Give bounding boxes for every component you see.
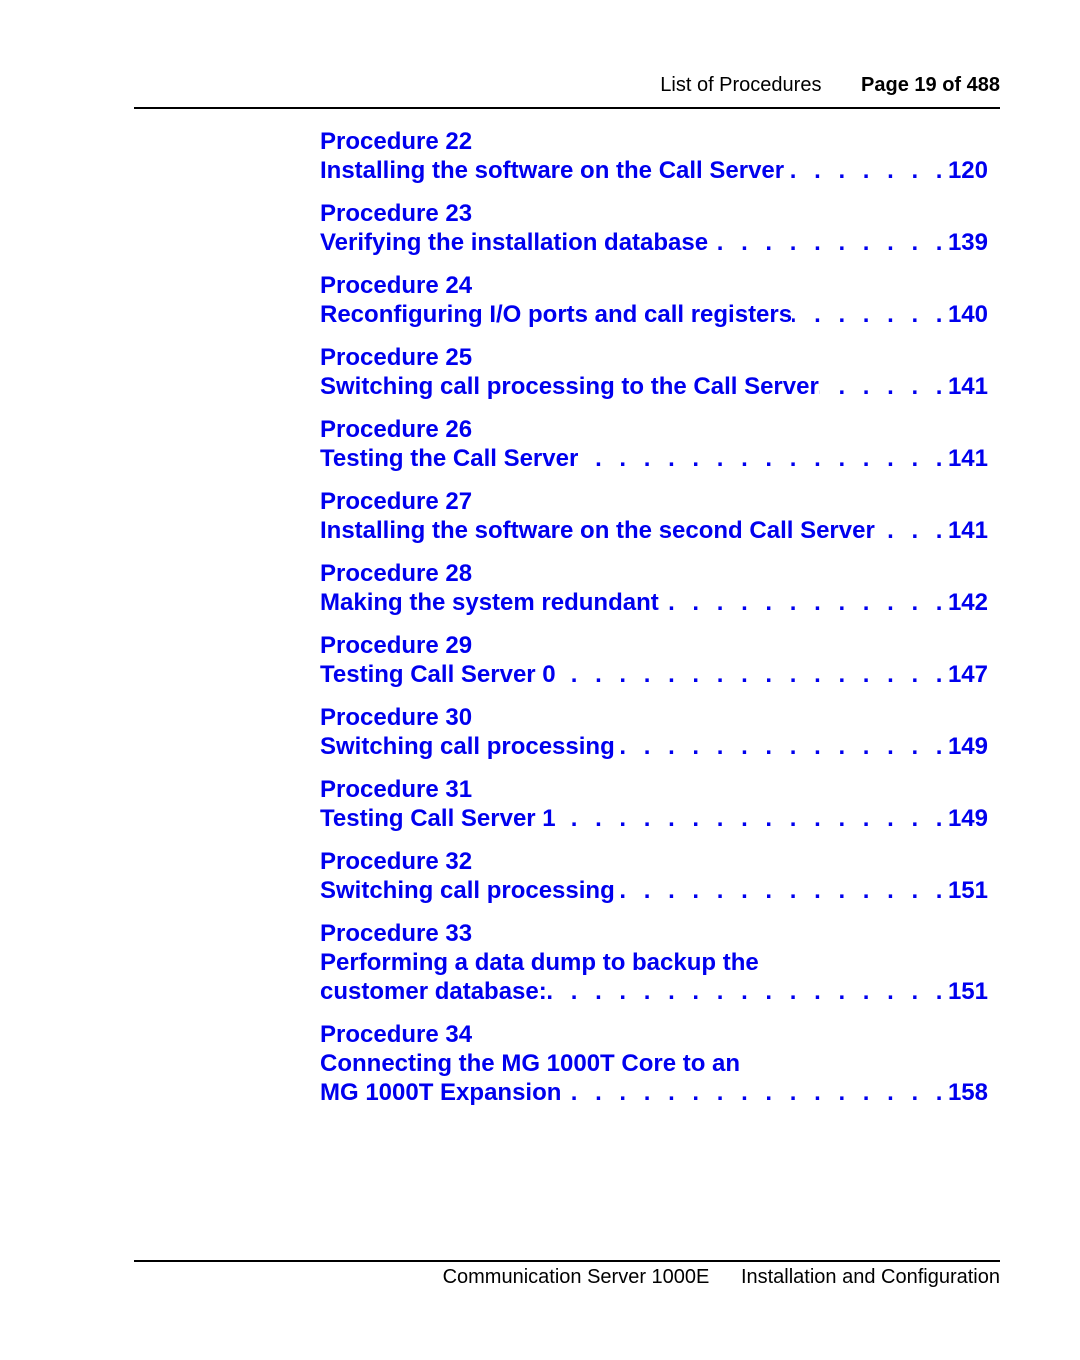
toc-entry[interactable]: Procedure 33 Performing a data dump to ba… [320, 919, 988, 1006]
page-footer: Communication Server 1000E Installation … [443, 1266, 1000, 1289]
leader-dots: . . . . . . . . . . . . . . . . . . . . … [708, 229, 948, 256]
procedure-title-link[interactable]: Testing Call Server 0 [320, 660, 556, 689]
procedure-number-link[interactable]: Procedure 24 [320, 271, 988, 300]
procedure-number-link[interactable]: Procedure 31 [320, 775, 988, 804]
procedure-title-link[interactable]: Installing the software on the Call Serv… [320, 156, 784, 185]
procedure-number-link[interactable]: Procedure 32 [320, 847, 988, 876]
page-header: List of Procedures Page 19 of 488 [660, 74, 1000, 97]
footer-rule [134, 1260, 1000, 1262]
procedure-list: Procedure 22 Installing the software on t… [320, 127, 988, 1121]
procedure-number-link[interactable]: Procedure 25 [320, 343, 988, 372]
procedure-title-link[interactable]: Installing the software on the second Ca… [320, 516, 875, 545]
procedure-title-link[interactable]: Switching call processing [320, 732, 615, 761]
page-number-link[interactable]: 158 [948, 1078, 988, 1107]
procedure-title-link[interactable]: Switching call processing [320, 876, 615, 905]
header-section-title: List of Procedures [660, 74, 822, 96]
toc-entry[interactable]: Procedure 27 Installing the software on t… [320, 487, 988, 545]
toc-entry[interactable]: Procedure 29 Testing Call Server 0 . . . … [320, 631, 988, 689]
page-number-link[interactable]: 141 [948, 516, 988, 545]
procedure-number-link[interactable]: Procedure 30 [320, 703, 988, 732]
footer-doc-title: Installation and Configuration [740, 1266, 1000, 1288]
page-number-link[interactable]: 139 [948, 228, 988, 257]
page-number-link[interactable]: 151 [948, 876, 988, 905]
procedure-title-link[interactable]: Making the system redundant [320, 588, 659, 617]
page-number-link[interactable]: 151 [948, 977, 988, 1006]
toc-entry[interactable]: Procedure 28 Making the system redundant … [320, 559, 988, 617]
toc-entry[interactable]: Procedure 22 Installing the software on t… [320, 127, 988, 185]
leader-dots: . . . . . . . . . . . . . . . . . . . . … [556, 661, 948, 688]
toc-entry[interactable]: Procedure 32 Switching call processing . … [320, 847, 988, 905]
leader-dots: . . . . . . . . . . . . . . . . . . . . … [546, 978, 948, 1005]
leader-dots: . . . . . . . . . . . . . . . . . . . . … [792, 301, 948, 328]
procedure-title-link[interactable]: customer database: [320, 977, 547, 1006]
toc-entry[interactable]: Procedure 31 Testing Call Server 1 . . . … [320, 775, 988, 833]
procedure-number-link[interactable]: Procedure 23 [320, 199, 988, 228]
page-number-link[interactable]: 142 [948, 588, 988, 617]
leader-dots: . . . . . . . . . . . . . . . . . . . . … [819, 373, 948, 400]
page-number-link[interactable]: 147 [948, 660, 988, 689]
procedure-number-link[interactable]: Procedure 33 [320, 919, 988, 948]
leader-dots: . . . . . . . . . . . . . . . . . . . . … [578, 445, 948, 472]
toc-entry[interactable]: Procedure 25 Switching call processing to… [320, 343, 988, 401]
procedure-title-link[interactable]: Connecting the MG 1000T Core to an [320, 1049, 740, 1078]
procedure-number-link[interactable]: Procedure 27 [320, 487, 988, 516]
procedure-number-link[interactable]: Procedure 28 [320, 559, 988, 588]
procedure-number-link[interactable]: Procedure 26 [320, 415, 988, 444]
leader-dots: . . . . . . . . . . . . . . . . . . . . … [561, 1079, 948, 1106]
page-number-link[interactable]: 141 [948, 444, 988, 473]
procedure-number-link[interactable]: Procedure 22 [320, 127, 988, 156]
header-rule [134, 107, 1000, 109]
procedure-title-link[interactable]: Testing Call Server 1 [320, 804, 556, 833]
toc-entry[interactable]: Procedure 26 Testing the Call Server . . … [320, 415, 988, 473]
toc-entry[interactable]: Procedure 30 Switching call processing . … [320, 703, 988, 761]
page-number-link[interactable]: 149 [948, 732, 988, 761]
leader-dots: . . . . . . . . . . . . . . . . . . . . … [615, 733, 948, 760]
procedure-title-link[interactable]: Reconfiguring I/O ports and call registe… [320, 300, 792, 329]
toc-entry[interactable]: Procedure 23 Verifying the installation d… [320, 199, 988, 257]
leader-dots: . . . . . . . . . . . . . . . . . . . . … [556, 805, 948, 832]
page-number-link[interactable]: 120 [948, 156, 988, 185]
page-number-link[interactable]: 149 [948, 804, 988, 833]
procedure-number-link[interactable]: Procedure 34 [320, 1020, 988, 1049]
procedure-title-link[interactable]: Verifying the installation database [320, 228, 708, 257]
procedure-title-link[interactable]: MG 1000T Expansion [320, 1078, 561, 1107]
leader-dots: . . . . . . . . . . . . . . . . . . . . … [875, 517, 948, 544]
leader-dots: . . . . . . . . . . . . . . . . . . . . … [615, 877, 948, 904]
footer-product: Communication Server 1000E [442, 1266, 710, 1288]
leader-dots: . . . . . . . . . . . . . . . . . . . . … [659, 589, 948, 616]
procedure-title-link[interactable]: Testing the Call Server [320, 444, 578, 473]
page-number-link[interactable]: 141 [948, 372, 988, 401]
procedure-title-link[interactable]: Switching call processing to the Call Se… [320, 372, 819, 401]
toc-entry[interactable]: Procedure 24 Reconfiguring I/O ports and … [320, 271, 988, 329]
procedure-number-link[interactable]: Procedure 29 [320, 631, 988, 660]
toc-entry[interactable]: Procedure 34 Connecting the MG 1000T Core… [320, 1020, 988, 1107]
leader-dots: . . . . . . . . . . . . . . . . . . . . … [784, 157, 948, 184]
page-number-link[interactable]: 140 [948, 300, 988, 329]
header-page-number: Page 19 of 488 [861, 74, 1000, 96]
procedure-title-link[interactable]: Performing a data dump to backup the [320, 948, 759, 977]
